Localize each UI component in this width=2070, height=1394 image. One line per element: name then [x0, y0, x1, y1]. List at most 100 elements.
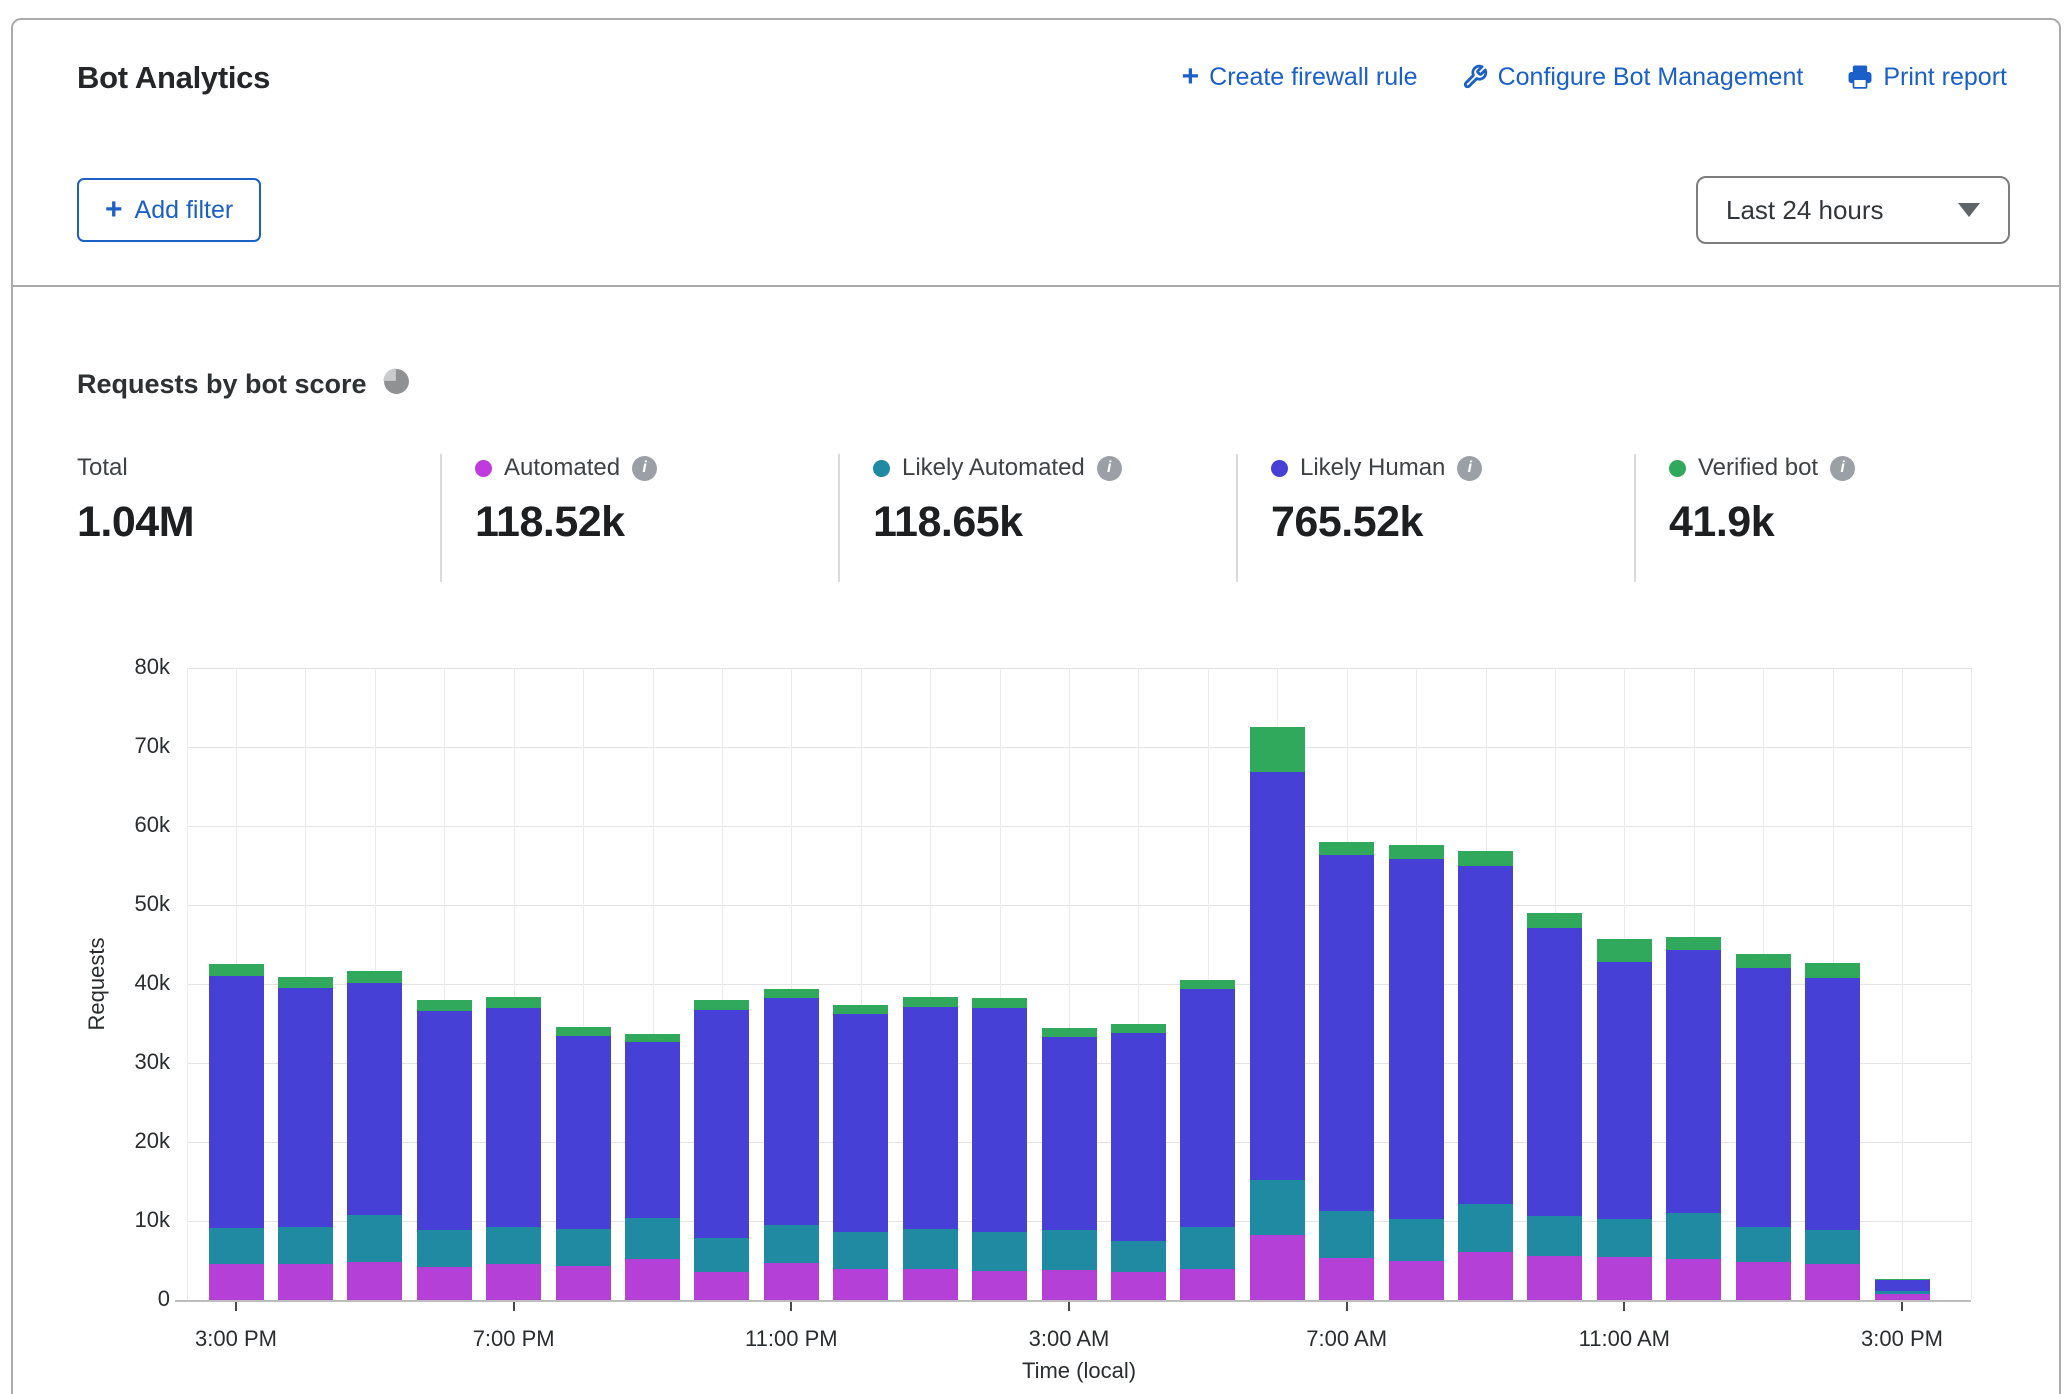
bar-segment-likely-automated[interactable] [1458, 1204, 1513, 1252]
bar-segment-likely-human[interactable] [1736, 968, 1791, 1227]
bar-segment-automated[interactable] [209, 1264, 264, 1300]
bar-segment-likely-automated[interactable] [764, 1225, 819, 1263]
bar-segment-likely-human[interactable] [1180, 989, 1235, 1227]
chart-bar[interactable] [1666, 937, 1721, 1300]
bar-segment-likely-automated[interactable] [972, 1232, 1027, 1271]
bar-segment-likely-human[interactable] [1389, 859, 1444, 1219]
chart-bar[interactable] [417, 1000, 472, 1300]
chart-bar[interactable] [1111, 1024, 1166, 1300]
bar-segment-verified-bot[interactable] [1389, 845, 1444, 859]
bar-segment-likely-automated[interactable] [1250, 1180, 1305, 1235]
bar-segment-automated[interactable] [694, 1272, 749, 1300]
bar-segment-likely-automated[interactable] [833, 1232, 888, 1269]
bar-segment-verified-bot[interactable] [1805, 963, 1860, 978]
chart-bar[interactable] [1527, 913, 1582, 1300]
bar-segment-automated[interactable] [1042, 1270, 1097, 1300]
create-firewall-rule-link[interactable]: + Create firewall rule [1182, 62, 1418, 92]
bar-segment-verified-bot[interactable] [1736, 954, 1791, 968]
bar-segment-likely-human[interactable] [1666, 950, 1721, 1213]
info-icon[interactable]: i [1097, 456, 1122, 481]
bar-segment-likely-automated[interactable] [1736, 1227, 1791, 1262]
chart-bar[interactable] [1875, 1279, 1930, 1300]
bar-segment-verified-bot[interactable] [556, 1027, 611, 1036]
bar-segment-automated[interactable] [1250, 1235, 1305, 1300]
bar-segment-verified-bot[interactable] [625, 1034, 680, 1043]
bar-segment-automated[interactable] [833, 1269, 888, 1300]
bar-segment-verified-bot[interactable] [764, 989, 819, 998]
bar-segment-likely-human[interactable] [417, 1011, 472, 1230]
bar-segment-likely-automated[interactable] [417, 1230, 472, 1267]
chart-bar[interactable] [903, 997, 958, 1300]
chart-bar[interactable] [1250, 727, 1305, 1300]
bar-segment-verified-bot[interactable] [209, 964, 264, 976]
bar-segment-verified-bot[interactable] [1527, 913, 1582, 928]
bar-segment-automated[interactable] [1875, 1294, 1930, 1300]
chart-bar[interactable] [1042, 1028, 1097, 1300]
bar-segment-likely-human[interactable] [764, 998, 819, 1225]
bar-segment-likely-automated[interactable] [903, 1229, 958, 1269]
chart-bar[interactable] [347, 971, 402, 1300]
bar-segment-likely-automated[interactable] [209, 1228, 264, 1264]
bar-segment-automated[interactable] [1458, 1252, 1513, 1300]
chart-bar[interactable] [1180, 980, 1235, 1300]
bar-segment-automated[interactable] [972, 1271, 1027, 1300]
bar-segment-verified-bot[interactable] [347, 971, 402, 983]
bar-segment-automated[interactable] [1389, 1261, 1444, 1300]
chart-bar[interactable] [694, 1000, 749, 1300]
bar-segment-likely-human[interactable] [1875, 1280, 1930, 1290]
bar-segment-verified-bot[interactable] [486, 997, 541, 1007]
bar-segment-likely-human[interactable] [1597, 962, 1652, 1220]
bar-segment-automated[interactable] [1180, 1269, 1235, 1300]
bar-segment-verified-bot[interactable] [1666, 937, 1721, 950]
add-filter-button[interactable]: + Add filter [77, 178, 261, 242]
bar-segment-likely-human[interactable] [903, 1007, 958, 1229]
bar-segment-likely-human[interactable] [1527, 928, 1582, 1216]
bar-segment-automated[interactable] [278, 1264, 333, 1300]
info-icon[interactable]: i [632, 456, 657, 481]
bar-segment-likely-automated[interactable] [1805, 1230, 1860, 1264]
chart-bar[interactable] [209, 964, 264, 1300]
chart-bar[interactable] [1389, 845, 1444, 1300]
bar-segment-verified-bot[interactable] [1458, 851, 1513, 866]
chart-bar[interactable] [556, 1027, 611, 1300]
bar-segment-likely-automated[interactable] [278, 1227, 333, 1263]
info-icon[interactable]: i [1457, 456, 1482, 481]
chart-bar[interactable] [278, 977, 333, 1300]
bar-segment-verified-bot[interactable] [417, 1000, 472, 1011]
bar-segment-likely-automated[interactable] [694, 1238, 749, 1272]
bar-segment-verified-bot[interactable] [694, 1000, 749, 1010]
bar-segment-likely-automated[interactable] [556, 1229, 611, 1266]
chart-bar[interactable] [1736, 954, 1791, 1300]
bar-segment-likely-human[interactable] [556, 1036, 611, 1229]
bar-segment-automated[interactable] [417, 1267, 472, 1300]
print-report-link[interactable]: Print report [1847, 63, 2007, 92]
bar-segment-verified-bot[interactable] [278, 977, 333, 988]
bar-segment-automated[interactable] [1666, 1259, 1721, 1300]
bar-segment-verified-bot[interactable] [1180, 980, 1235, 989]
bar-segment-verified-bot[interactable] [833, 1005, 888, 1014]
bar-segment-likely-human[interactable] [972, 1008, 1027, 1232]
chart-bar[interactable] [1319, 842, 1374, 1300]
bar-segment-likely-human[interactable] [1805, 978, 1860, 1230]
bar-segment-likely-human[interactable] [1319, 855, 1374, 1211]
bar-segment-verified-bot[interactable] [1042, 1028, 1097, 1037]
bar-segment-likely-automated[interactable] [1319, 1211, 1374, 1258]
bar-segment-automated[interactable] [347, 1262, 402, 1300]
chart-bar[interactable] [833, 1005, 888, 1300]
bar-segment-automated[interactable] [625, 1259, 680, 1300]
time-range-select[interactable]: Last 24 hours [1696, 176, 2010, 244]
bar-segment-automated[interactable] [556, 1266, 611, 1300]
bar-segment-likely-human[interactable] [278, 988, 333, 1227]
bar-segment-verified-bot[interactable] [1319, 842, 1374, 855]
bar-segment-automated[interactable] [1736, 1262, 1791, 1300]
bar-segment-verified-bot[interactable] [1111, 1024, 1166, 1033]
bar-segment-likely-human[interactable] [1111, 1033, 1166, 1241]
bar-segment-likely-automated[interactable] [1875, 1291, 1930, 1294]
bar-segment-automated[interactable] [1527, 1256, 1582, 1300]
chart-bar[interactable] [1458, 851, 1513, 1300]
bar-segment-automated[interactable] [1597, 1257, 1652, 1300]
bar-segment-likely-automated[interactable] [1527, 1216, 1582, 1256]
bar-segment-likely-human[interactable] [625, 1042, 680, 1217]
info-icon[interactable]: i [1830, 456, 1855, 481]
bar-segment-verified-bot[interactable] [1597, 939, 1652, 962]
